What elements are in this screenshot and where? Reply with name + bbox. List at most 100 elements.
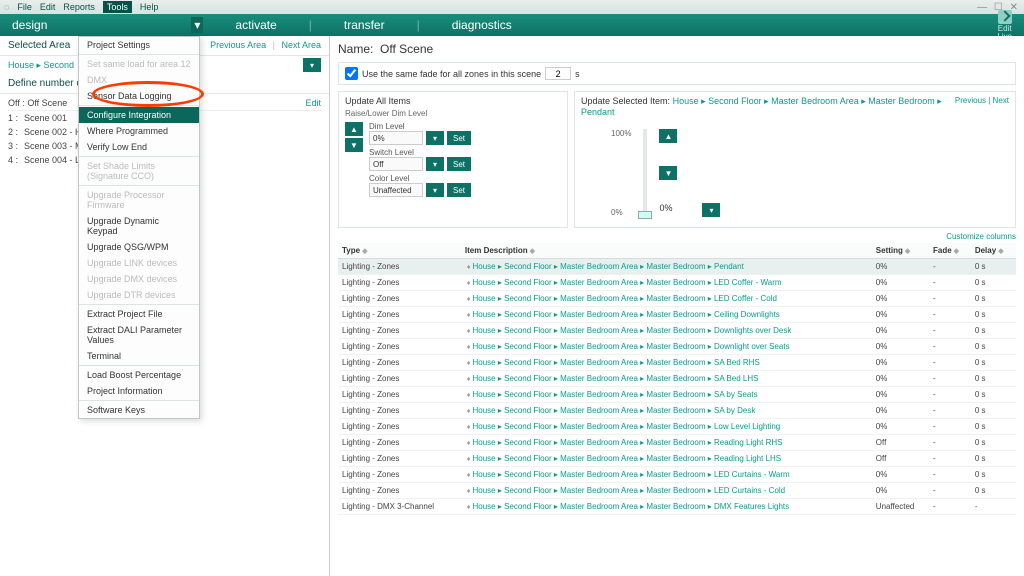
menubar: ◌ File Edit Reports Tools Help — ☐ ✕ bbox=[0, 0, 1024, 14]
table-row[interactable]: Lighting - Zones♦House ▸ Second Floor ▸ … bbox=[338, 371, 1016, 387]
tools-menu-item: Set same load for area 12 bbox=[79, 56, 199, 72]
tools-menu-item: Upgrade DTR devices bbox=[79, 287, 199, 303]
next-area-link[interactable]: Next Area bbox=[281, 40, 321, 50]
bulb-icon: ♦ bbox=[465, 408, 473, 415]
menu-tools[interactable]: Tools bbox=[103, 1, 132, 13]
col-setting[interactable]: Setting◆ bbox=[872, 243, 929, 259]
slider-min-label: 0% bbox=[611, 208, 631, 217]
update-all-panel: Update All Items Raise/Lower Dim Level ▲… bbox=[338, 91, 568, 228]
tools-menu-item[interactable]: Load Boost Percentage bbox=[79, 367, 199, 383]
slider-value-select[interactable]: 0% bbox=[659, 203, 699, 217]
table-row[interactable]: Lighting - Zones♦House ▸ Second Floor ▸ … bbox=[338, 355, 1016, 371]
table-row[interactable]: Lighting - Zones♦House ▸ Second Floor ▸ … bbox=[338, 307, 1016, 323]
tools-menu-item[interactable]: Project Settings bbox=[79, 37, 199, 53]
tab-design[interactable]: design bbox=[12, 18, 47, 32]
color-dropdown[interactable]: ▾ bbox=[426, 183, 444, 197]
tools-menu-item: DMX bbox=[79, 72, 199, 88]
slider-raise-button[interactable]: ▲ bbox=[659, 129, 677, 143]
lower-button[interactable]: ▼ bbox=[345, 138, 363, 152]
menu-edit[interactable]: Edit bbox=[40, 2, 56, 12]
table-row[interactable]: Lighting - Zones♦House ▸ Second Floor ▸ … bbox=[338, 483, 1016, 499]
dim-level-select[interactable]: 0% bbox=[369, 131, 423, 145]
slider-lower-button[interactable]: ▼ bbox=[659, 166, 677, 180]
bulb-icon: ♦ bbox=[465, 264, 473, 271]
tab-diagnostics[interactable]: diagnostics bbox=[452, 18, 512, 32]
col-fade[interactable]: Fade◆ bbox=[929, 243, 971, 259]
table-row[interactable]: Lighting - Zones♦House ▸ Second Floor ▸ … bbox=[338, 323, 1016, 339]
menu-help[interactable]: Help bbox=[140, 2, 159, 12]
tools-menu-item: Upgrade LINK devices bbox=[79, 255, 199, 271]
table-row[interactable]: Lighting - Zones♦House ▸ Second Floor ▸ … bbox=[338, 291, 1016, 307]
menu-file[interactable]: File bbox=[17, 2, 32, 12]
bulb-icon: ♦ bbox=[465, 440, 473, 447]
tools-menu-item[interactable]: Where Programmed bbox=[79, 123, 199, 139]
tools-menu-item[interactable]: Upgrade Dynamic Keypad bbox=[79, 213, 199, 239]
bulb-icon: ♦ bbox=[465, 360, 473, 367]
col-desc[interactable]: Item Description◆ bbox=[461, 243, 872, 259]
table-row[interactable]: Lighting - Zones♦House ▸ Second Floor ▸ … bbox=[338, 403, 1016, 419]
tools-menu-item[interactable]: Project Information bbox=[79, 383, 199, 399]
table-row[interactable]: Lighting - Zones♦House ▸ Second Floor ▸ … bbox=[338, 339, 1016, 355]
same-fade-label: Use the same fade for all zones in this … bbox=[362, 69, 541, 79]
table-row[interactable]: Lighting - Zones♦House ▸ Second Floor ▸ … bbox=[338, 387, 1016, 403]
dim-set-button[interactable]: Set bbox=[447, 131, 471, 145]
switch-level-select[interactable]: Off bbox=[369, 157, 423, 171]
table-row[interactable]: Lighting - Zones♦House ▸ Second Floor ▸ … bbox=[338, 419, 1016, 435]
slider-max-label: 100% bbox=[611, 129, 631, 138]
dim-level-label: Dim Level bbox=[369, 122, 417, 131]
level-slider[interactable] bbox=[643, 129, 647, 217]
col-delay[interactable]: Delay◆ bbox=[971, 243, 1016, 259]
tools-menu-item: Upgrade DMX devices bbox=[79, 271, 199, 287]
tools-menu-item[interactable]: Upgrade QSG/WPM bbox=[79, 239, 199, 255]
table-row[interactable]: Lighting - DMX 3-Channel♦House ▸ Second … bbox=[338, 499, 1016, 515]
bulb-icon: ♦ bbox=[465, 296, 473, 303]
app-icon: ◌ bbox=[4, 2, 9, 12]
color-level-label: Color Level bbox=[369, 174, 417, 183]
design-dropdown[interactable]: ▾ bbox=[191, 17, 203, 33]
table-row[interactable]: Lighting - Zones♦House ▸ Second Floor ▸ … bbox=[338, 275, 1016, 291]
table-row[interactable]: Lighting - Zones♦House ▸ Second Floor ▸ … bbox=[338, 467, 1016, 483]
raise-button[interactable]: ▲ bbox=[345, 122, 363, 136]
prev-area-link[interactable]: Previous Area bbox=[210, 40, 266, 50]
tab-activate[interactable]: activate bbox=[235, 18, 276, 32]
tools-menu-item[interactable]: Sensor Data Logging bbox=[79, 88, 199, 104]
tools-menu-item[interactable]: Extract Project File bbox=[79, 306, 199, 322]
scene-edit-link[interactable]: Edit bbox=[305, 98, 321, 108]
same-fade-value[interactable] bbox=[545, 67, 571, 80]
bulb-icon: ♦ bbox=[465, 504, 473, 511]
bulb-icon: ♦ bbox=[465, 456, 473, 463]
slider-value-dropdown[interactable]: ▾ bbox=[702, 203, 720, 217]
customize-columns-link[interactable]: Customize columns bbox=[338, 232, 1016, 241]
tools-menu-item[interactable]: Extract DALI Parameter Values bbox=[79, 322, 199, 348]
scene-off[interactable]: Off : Off Scene bbox=[8, 98, 67, 108]
switch-dropdown[interactable]: ▾ bbox=[426, 157, 444, 171]
table-row[interactable]: Lighting - Zones♦House ▸ Second Floor ▸ … bbox=[338, 435, 1016, 451]
same-fade-checkbox[interactable] bbox=[345, 67, 358, 80]
same-fade-row: Use the same fade for all zones in this … bbox=[338, 62, 1016, 85]
tools-menu-item[interactable]: Verify Low End bbox=[79, 139, 199, 155]
rss-icon bbox=[998, 10, 1012, 24]
switch-set-button[interactable]: Set bbox=[447, 157, 471, 171]
color-level-select[interactable]: Unaffected bbox=[369, 183, 423, 197]
update-selected-panel: Previous | Next Update Selected Item: Ho… bbox=[574, 91, 1016, 228]
table-row[interactable]: Lighting - Zones♦House ▸ Second Floor ▸ … bbox=[338, 451, 1016, 467]
tools-menu-item[interactable]: Terminal bbox=[79, 348, 199, 364]
tools-menu-item[interactable]: Software Keys bbox=[79, 402, 199, 418]
area-dropdown[interactable]: ▾ bbox=[303, 58, 321, 72]
seconds-label: s bbox=[575, 69, 580, 79]
table-row[interactable]: Lighting - Zones♦House ▸ Second Floor ▸ … bbox=[338, 259, 1016, 275]
tools-menu-item[interactable]: Configure Integration bbox=[79, 107, 199, 123]
bulb-icon: ♦ bbox=[465, 488, 473, 495]
area-breadcrumb[interactable]: House ▸ Second bbox=[8, 60, 74, 71]
bulb-icon: ♦ bbox=[465, 424, 473, 431]
color-set-button[interactable]: Set bbox=[447, 183, 471, 197]
prev-item-link[interactable]: Previous bbox=[955, 96, 986, 105]
next-item-link[interactable]: Next bbox=[993, 96, 1009, 105]
dim-dropdown[interactable]: ▾ bbox=[426, 131, 444, 145]
col-type[interactable]: Type◆ bbox=[338, 243, 461, 259]
raise-lower-label: Raise/Lower Dim Level bbox=[345, 109, 561, 118]
tab-transfer[interactable]: transfer bbox=[344, 18, 385, 32]
bulb-icon: ♦ bbox=[465, 472, 473, 479]
menu-reports[interactable]: Reports bbox=[63, 2, 95, 12]
slider-thumb[interactable] bbox=[638, 211, 652, 219]
